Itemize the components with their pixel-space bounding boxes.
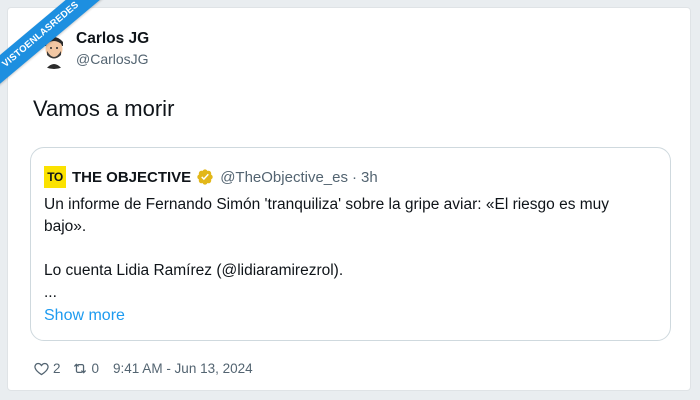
show-more-link[interactable]: Show more [44, 307, 125, 325]
like-button[interactable]: 2 [33, 360, 61, 377]
quoted-ellipsis: ... [44, 284, 57, 301]
tweet-text: Vamos a morir [33, 96, 175, 121]
verified-badge-icon [197, 169, 213, 185]
like-count: 2 [53, 360, 61, 376]
author-name[interactable]: Carlos JG [76, 30, 149, 48]
quoted-tweet[interactable]: TO THE OBJECTIVE @TheObjective_es · 3h U… [30, 147, 671, 341]
quoted-author-handle[interactable]: @TheObjective_es [220, 169, 348, 186]
quoted-author-name[interactable]: THE OBJECTIVE [72, 169, 191, 186]
quoted-author-logo[interactable]: TO [44, 166, 66, 188]
author-handle[interactable]: @CarlosJG [76, 51, 149, 67]
tweet-timestamp[interactable]: 9:41 AM - Jun 13, 2024 [113, 361, 253, 376]
separator-dot: · [351, 168, 357, 186]
quoted-tweet-time[interactable]: 3h [361, 169, 378, 186]
quoted-paragraph-2: Lo cuenta Lidia Ramírez (@lidiaramirezro… [44, 262, 344, 279]
retweet-icon [73, 363, 86, 373]
quoted-paragraph-1: Un informe de Fernando Simón 'tranquiliz… [44, 196, 610, 235]
retweet-count: 0 [91, 360, 100, 376]
quoted-tweet-body: Un informe de Fernando Simón 'tranquiliz… [44, 194, 654, 304]
heart-icon [34, 362, 49, 375]
tweet-footer: 2 0 9:41 AM - Jun 13, 2024 [33, 358, 253, 378]
retweet-button[interactable]: 0 [71, 360, 100, 377]
quoted-tweet-header: TO THE OBJECTIVE @TheObjective_es · 3h [44, 166, 378, 188]
